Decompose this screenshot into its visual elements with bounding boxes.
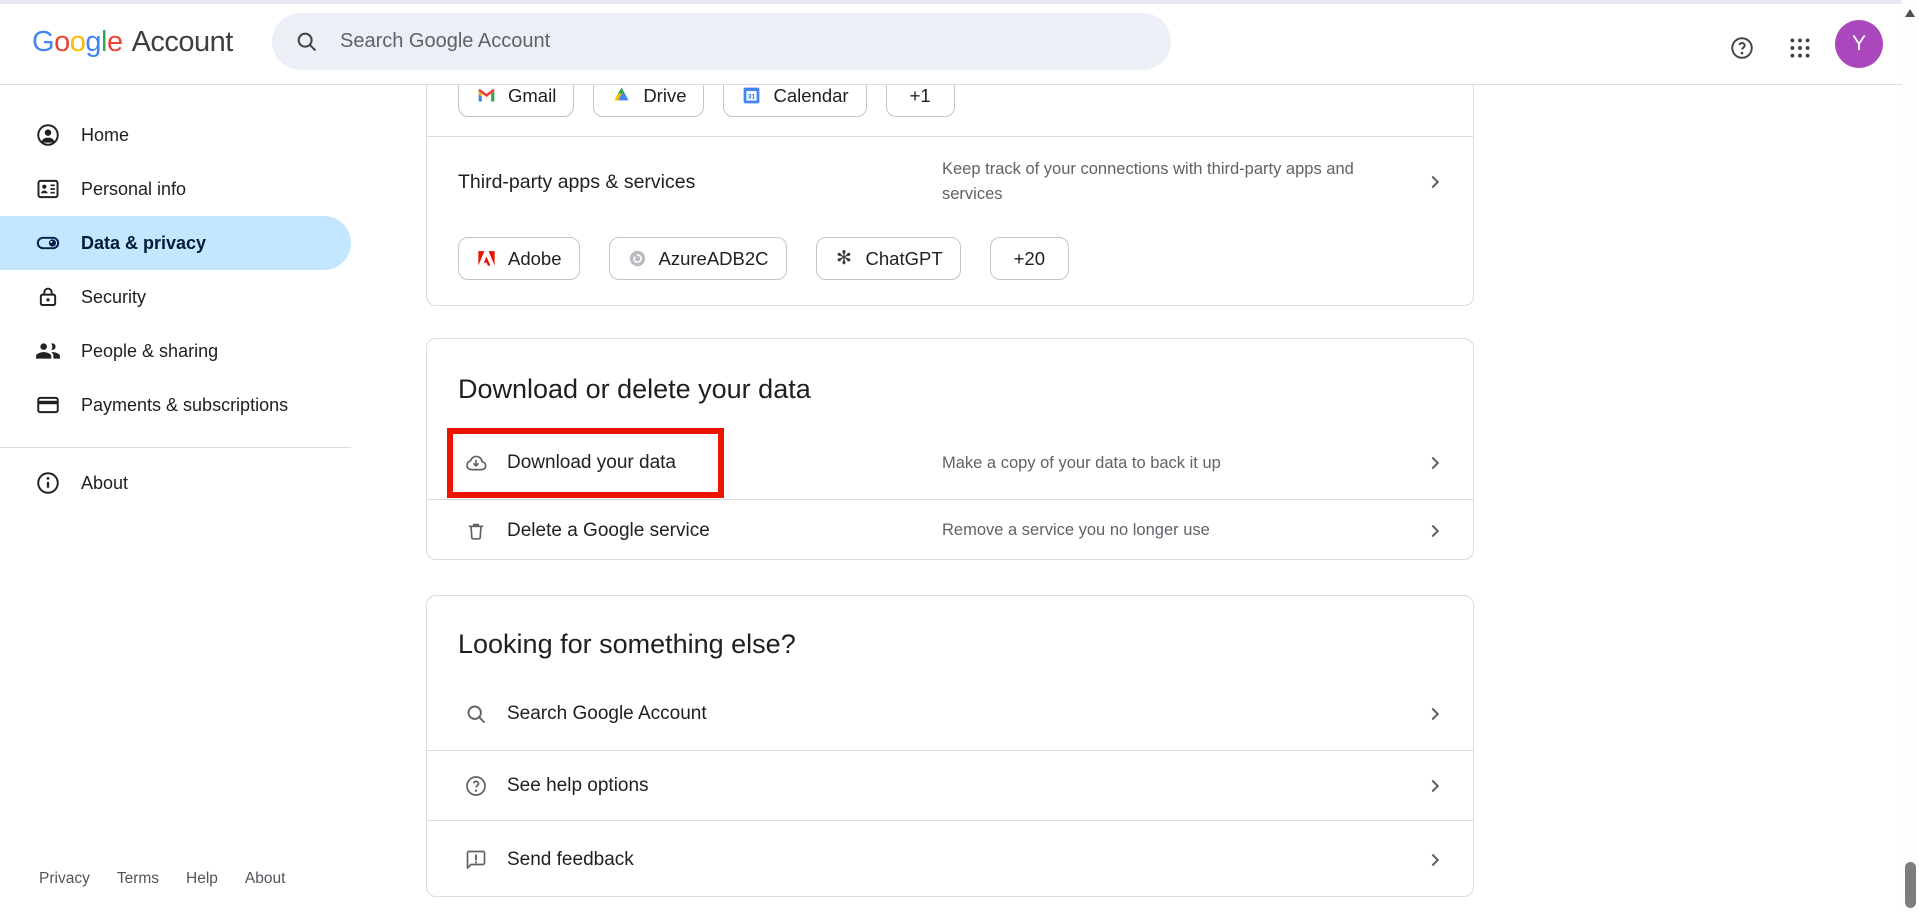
card-title: Looking for something else? xyxy=(458,626,796,662)
data-privacy-toggle-icon xyxy=(35,230,61,256)
sidebar-item-label: About xyxy=(81,473,128,494)
sidebar-item-label: Data & privacy xyxy=(81,233,206,254)
download-delete-card: Download or delete your data Download yo… xyxy=(426,338,1474,560)
footer-links: Privacy Terms Help About xyxy=(39,870,285,888)
footer-link-about[interactable]: About xyxy=(245,870,286,888)
chip-label: Adobe xyxy=(508,248,562,270)
sidebar-item-label: People & sharing xyxy=(81,341,218,362)
chip-label: Drive xyxy=(643,85,686,107)
sidebar-item-data-privacy[interactable]: Data & privacy xyxy=(0,216,351,270)
logo-letter: o xyxy=(54,26,70,58)
chip-label: +1 xyxy=(910,85,931,107)
search-icon xyxy=(464,702,488,726)
drive-icon xyxy=(611,85,632,106)
chevron-right-icon xyxy=(1423,170,1447,194)
sidebar-item-personal-info[interactable]: Personal info xyxy=(0,162,351,216)
row-delete-google-service[interactable]: Delete a Google service Remove a service… xyxy=(427,499,1473,561)
adobe-icon xyxy=(476,248,497,269)
row-label: Search Google Account xyxy=(507,703,707,725)
sidebar-item-label: Payments & subscriptions xyxy=(81,395,288,416)
row-label: See help options xyxy=(507,775,649,797)
row-see-help-options[interactable]: See help options xyxy=(427,750,1473,820)
svg-text:31: 31 xyxy=(748,93,756,100)
account-avatar[interactable]: Y xyxy=(1835,20,1883,68)
row-description: Keep track of your connections with thir… xyxy=(942,157,1387,207)
chatgpt-icon: ✻ xyxy=(834,248,855,269)
sidebar-item-security[interactable]: Security xyxy=(0,270,351,324)
row-label: Send feedback xyxy=(507,849,634,871)
chevron-right-icon xyxy=(1423,774,1447,798)
sidebar-item-people-sharing[interactable]: People & sharing xyxy=(0,324,351,378)
chip-label: +20 xyxy=(1014,248,1045,270)
google-apps-grid-icon[interactable] xyxy=(1782,30,1818,66)
cloud-download-icon xyxy=(464,451,488,475)
payments-card-icon xyxy=(35,392,61,418)
feedback-icon xyxy=(464,848,488,872)
chip-label: ChatGPT xyxy=(866,248,943,270)
footer-link-terms[interactable]: Terms xyxy=(117,870,159,888)
vertical-scrollbar[interactable] xyxy=(1902,0,1919,912)
people-sharing-icon xyxy=(35,338,61,364)
logo-letter: G xyxy=(32,26,54,58)
card-title: Download or delete your data xyxy=(458,371,811,407)
row-send-feedback[interactable]: Send feedback xyxy=(427,820,1473,898)
row-label: Download your data xyxy=(507,452,676,474)
row-description: Remove a service you no longer use xyxy=(942,518,1387,543)
chip-adobe[interactable]: Adobe xyxy=(458,237,580,280)
chip-label: AzureADB2C xyxy=(659,248,769,270)
google-account-logo[interactable]: GoogleAccount xyxy=(32,26,233,59)
azureadb2c-icon xyxy=(627,248,648,269)
chip-chatgpt[interactable]: ✻ ChatGPT xyxy=(816,237,961,280)
chip-azureadb2c[interactable]: AzureADB2C xyxy=(609,237,787,280)
logo-letter: o xyxy=(70,26,86,58)
search-icon xyxy=(294,29,319,54)
sidebar-item-payments[interactable]: Payments & subscriptions xyxy=(0,378,351,432)
home-account-circle-icon xyxy=(35,122,61,148)
looking-for-card: Looking for something else? Search Googl… xyxy=(426,595,1474,897)
row-label: Delete a Google service xyxy=(507,520,710,542)
chevron-right-icon xyxy=(1423,848,1447,872)
footer-link-privacy[interactable]: Privacy xyxy=(39,870,90,888)
sidebar-item-about[interactable]: About xyxy=(0,456,351,510)
chip-label: Gmail xyxy=(508,85,556,107)
logo-letter: g xyxy=(85,26,101,58)
help-icon[interactable] xyxy=(1724,30,1760,66)
trash-icon xyxy=(464,519,488,543)
account-sidebar: Home Personal info Data & privacy Securi… xyxy=(0,85,351,510)
gmail-icon xyxy=(476,85,497,106)
help-circle-icon xyxy=(464,774,488,798)
calendar-icon: 31 xyxy=(741,85,762,106)
chevron-right-icon xyxy=(1423,702,1447,726)
chip-label: Calendar xyxy=(773,85,848,107)
sidebar-item-label: Security xyxy=(81,287,146,308)
row-download-your-data[interactable]: Download your data Make a copy of your d… xyxy=(427,427,1473,499)
row-third-party-apps[interactable]: Third-party apps & services Keep track o… xyxy=(427,137,1473,227)
row-description: Make a copy of your data to back it up xyxy=(942,451,1387,476)
personal-info-badge-icon xyxy=(35,176,61,202)
row-search-google-account[interactable]: Search Google Account xyxy=(427,678,1473,750)
sidebar-item-label: Home xyxy=(81,125,129,146)
sidebar-divider xyxy=(0,447,351,448)
scrollbar-thumb[interactable] xyxy=(1905,862,1916,908)
third-party-chips: Adobe AzureADB2C ✻ ChatGPT +20 xyxy=(458,237,1069,280)
logo-product: Account xyxy=(132,26,233,58)
sidebar-item-home[interactable]: Home xyxy=(0,108,351,162)
row-label: Third-party apps & services xyxy=(458,171,695,194)
sidebar-item-label: Personal info xyxy=(81,179,186,200)
account-search-bar[interactable] xyxy=(272,13,1171,70)
window-top-edge xyxy=(0,0,1902,4)
chevron-right-icon xyxy=(1423,451,1447,475)
logo-letter: e xyxy=(107,26,123,58)
search-input[interactable] xyxy=(338,29,1102,54)
security-lock-icon xyxy=(35,284,61,310)
chevron-right-icon xyxy=(1423,519,1447,543)
chip-more-third-party[interactable]: +20 xyxy=(990,237,1069,280)
scrollbar-up-arrow[interactable] xyxy=(1905,9,1915,17)
footer-link-help[interactable]: Help xyxy=(186,870,218,888)
info-icon xyxy=(35,470,61,496)
app-header: GoogleAccount Y xyxy=(0,4,1919,85)
